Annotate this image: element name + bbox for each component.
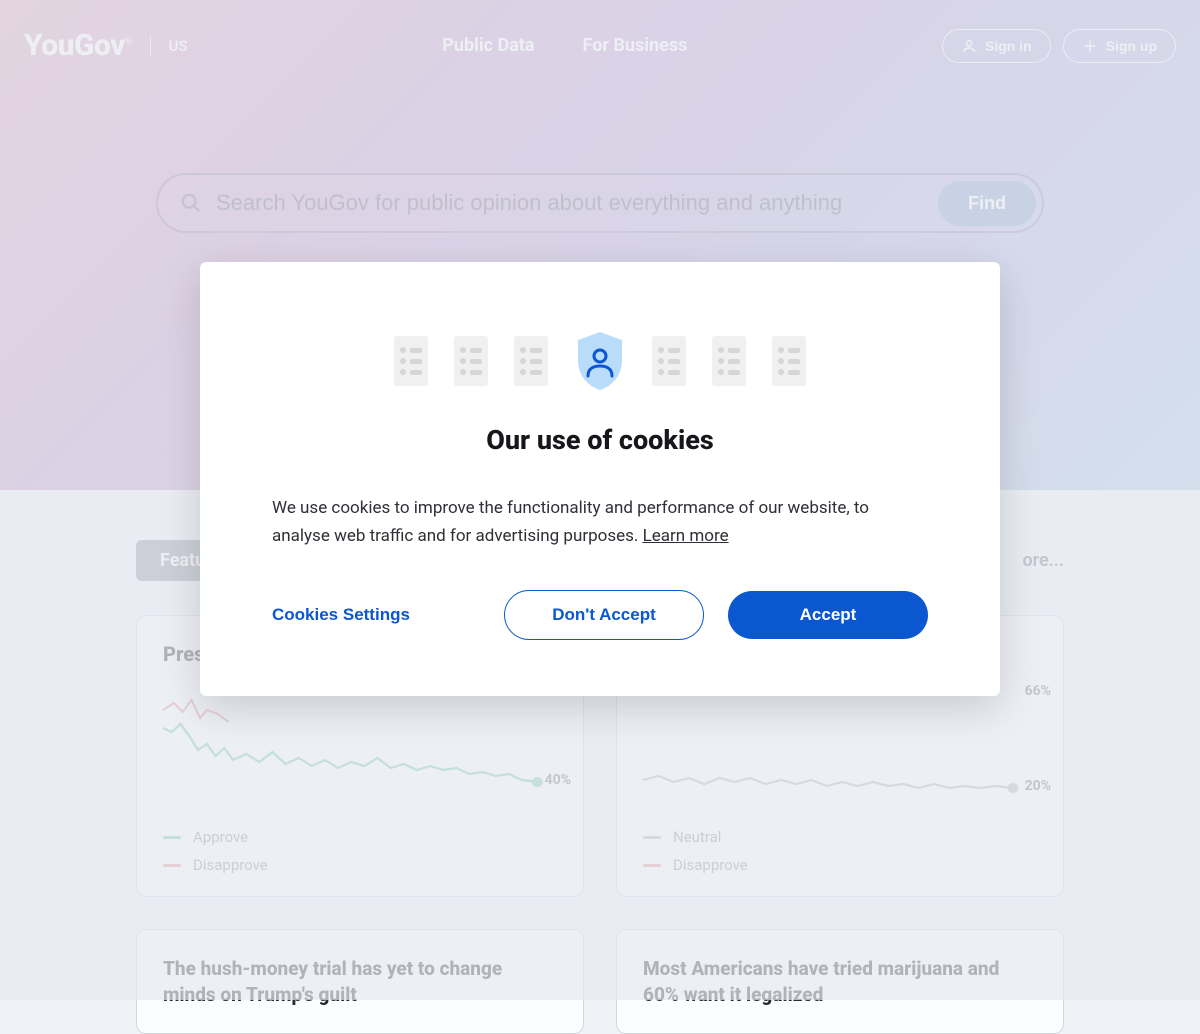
document-icon [652,336,686,386]
cookies-settings-button[interactable]: Cookies Settings [272,605,420,625]
modal-graphic [272,330,928,392]
accept-button[interactable]: Accept [728,591,928,639]
shield-person-icon [574,330,626,392]
modal-heading: Our use of cookies [272,424,928,456]
document-icon [454,336,488,386]
learn-more-link[interactable]: Learn more [643,526,729,546]
cookie-modal: Our use of cookies We use cookies to imp… [200,262,1000,696]
document-icon [712,336,746,386]
dont-accept-button[interactable]: Don't Accept [504,590,704,640]
document-icon [772,336,806,386]
modal-actions: Cookies Settings Don't Accept Accept [272,590,928,640]
document-icon [394,336,428,386]
modal-body-text: We use cookies to improve the functional… [272,498,869,546]
document-icon [514,336,548,386]
modal-body: We use cookies to improve the functional… [272,494,928,550]
